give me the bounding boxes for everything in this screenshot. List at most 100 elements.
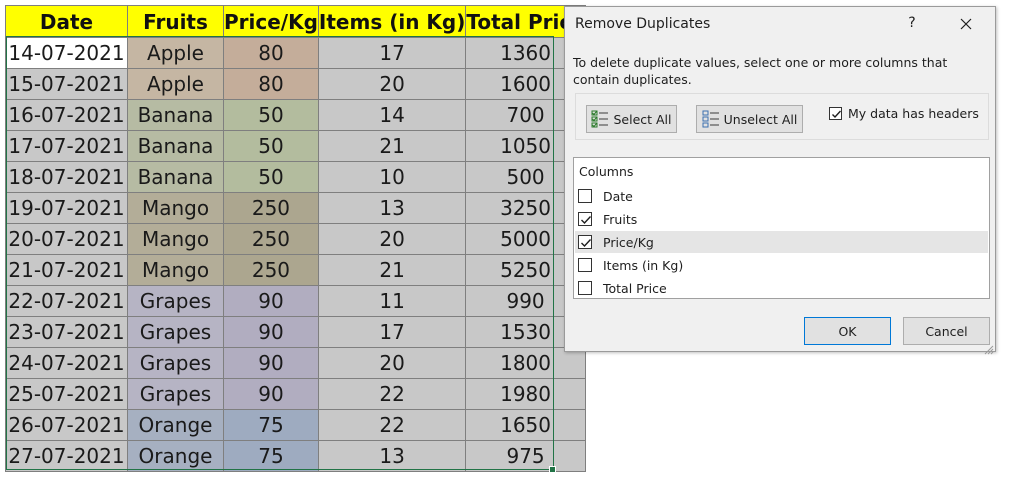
cancel-button[interactable]: Cancel — [903, 317, 990, 345]
column-checkbox[interactable] — [578, 212, 592, 226]
select-all-button[interactable]: Select All — [586, 105, 677, 133]
date-cell[interactable]: 15-07-2021 — [5, 68, 128, 100]
my-data-has-headers-option[interactable]: My data has headers — [829, 106, 979, 121]
header-price-kg[interactable]: Price/Kg — [223, 5, 319, 38]
table-row: 25-07-2021 Grapes 90 22 1980 — [5, 378, 586, 410]
fruit-cell[interactable]: Mango — [127, 254, 224, 286]
price-cell[interactable]: 90 — [223, 316, 319, 348]
fruit-cell[interactable]: Orange — [127, 440, 224, 472]
items-cell[interactable]: 17 — [317, 37, 467, 69]
data-table: Date Fruits Price/Kg Items (in Kg) Total… — [5, 5, 586, 472]
header-items-kg[interactable]: Items (in Kg) — [317, 5, 467, 38]
total-cell[interactable]: 1650 — [465, 409, 586, 441]
column-option-label: Items (in Kg) — [603, 257, 684, 273]
date-cell[interactable]: 18-07-2021 — [5, 161, 128, 193]
resize-grip-icon[interactable] — [984, 340, 994, 355]
items-cell[interactable]: 20 — [317, 347, 467, 379]
header-date[interactable]: Date — [5, 5, 128, 38]
column-checkbox[interactable] — [578, 235, 592, 249]
column-option-item[interactable]: Price/Kg — [575, 231, 988, 253]
fruit-cell[interactable]: Banana — [127, 161, 224, 193]
table-row: 23-07-2021 Grapes 90 17 1530 — [5, 316, 586, 348]
date-cell[interactable]: 14-07-2021 — [5, 37, 128, 69]
items-cell[interactable]: 17 — [317, 316, 467, 348]
price-cell[interactable]: 250 — [223, 254, 319, 286]
price-cell[interactable]: 80 — [223, 37, 319, 69]
price-cell[interactable]: 90 — [223, 378, 319, 410]
column-option-item[interactable]: Date — [575, 185, 988, 207]
column-checkbox[interactable] — [578, 189, 592, 203]
column-option-label: Fruits — [603, 211, 638, 227]
fruit-cell[interactable]: Grapes — [127, 285, 224, 317]
items-cell[interactable]: 11 — [317, 285, 467, 317]
items-cell[interactable]: 22 — [317, 409, 467, 441]
items-cell[interactable]: 21 — [317, 130, 467, 162]
date-cell[interactable]: 26-07-2021 — [5, 409, 128, 441]
fruit-cell[interactable]: Banana — [127, 130, 224, 162]
date-cell[interactable]: 16-07-2021 — [5, 99, 128, 131]
table-row: 15-07-2021 Apple 80 20 1600 — [5, 68, 586, 100]
price-cell[interactable]: 50 — [223, 130, 319, 162]
fruit-cell[interactable]: Mango — [127, 192, 224, 224]
fruit-cell[interactable]: Orange — [127, 409, 224, 441]
date-cell[interactable]: 24-07-2021 — [5, 347, 128, 379]
table-row: 14-07-2021 Apple 80 17 1360 — [5, 37, 586, 69]
table-row: 20-07-2021 Mango 250 20 5000 — [5, 223, 586, 255]
unselect-all-button[interactable]: Unselect All — [696, 105, 803, 133]
unselect-all-icon — [702, 110, 720, 128]
header-fruits[interactable]: Fruits — [127, 5, 224, 38]
ok-button[interactable]: OK — [804, 317, 891, 345]
price-cell[interactable]: 80 — [223, 68, 319, 100]
date-cell[interactable]: 17-07-2021 — [5, 130, 128, 162]
fruit-cell[interactable]: Apple — [127, 37, 224, 69]
price-cell[interactable]: 75 — [223, 440, 319, 472]
column-option-item[interactable]: Total Price — [575, 277, 988, 299]
fruit-cell[interactable]: Banana — [127, 99, 224, 131]
help-button[interactable]: ? — [905, 15, 919, 31]
fill-handle[interactable] — [549, 466, 556, 473]
date-cell[interactable]: 27-07-2021 — [5, 440, 128, 472]
price-cell[interactable]: 90 — [223, 285, 319, 317]
headers-checkbox[interactable] — [829, 107, 842, 120]
fruit-cell[interactable]: Apple — [127, 68, 224, 100]
total-cell[interactable]: 1800 — [465, 347, 586, 379]
close-icon[interactable] — [958, 16, 974, 32]
column-checkbox[interactable] — [578, 281, 592, 295]
items-cell[interactable]: 13 — [317, 440, 467, 472]
price-cell[interactable]: 50 — [223, 161, 319, 193]
date-cell[interactable]: 23-07-2021 — [5, 316, 128, 348]
fruit-cell[interactable]: Grapes — [127, 378, 224, 410]
items-cell[interactable]: 14 — [317, 99, 467, 131]
headers-label: My data has headers — [848, 106, 979, 121]
total-cell[interactable]: 975 — [465, 440, 586, 472]
total-cell[interactable]: 1980 — [465, 378, 586, 410]
price-cell[interactable]: 50 — [223, 99, 319, 131]
date-cell[interactable]: 21-07-2021 — [5, 254, 128, 286]
items-cell[interactable]: 10 — [317, 161, 467, 193]
dialog-description: To delete duplicate values, select one o… — [573, 55, 948, 87]
table-header-row: Date Fruits Price/Kg Items (in Kg) Total… — [5, 5, 586, 38]
fruit-cell[interactable]: Grapes — [127, 316, 224, 348]
items-cell[interactable]: 20 — [317, 68, 467, 100]
price-cell[interactable]: 250 — [223, 223, 319, 255]
table-row: 17-07-2021 Banana 50 21 1050 — [5, 130, 586, 162]
price-cell[interactable]: 250 — [223, 192, 319, 224]
column-checkbox[interactable] — [578, 258, 592, 272]
date-cell[interactable]: 22-07-2021 — [5, 285, 128, 317]
date-cell[interactable]: 19-07-2021 — [5, 192, 128, 224]
price-cell[interactable]: 75 — [223, 409, 319, 441]
columns-list: Columns Date Fruits Price/Kg Items (in Kg) T… — [573, 157, 990, 299]
table-row: 21-07-2021 Mango 250 21 5250 — [5, 254, 586, 286]
price-cell[interactable]: 90 — [223, 347, 319, 379]
items-cell[interactable]: 22 — [317, 378, 467, 410]
items-cell[interactable]: 13 — [317, 192, 467, 224]
column-option-item[interactable]: Fruits — [575, 208, 988, 230]
column-option-label: Date — [603, 188, 633, 204]
fruit-cell[interactable]: Grapes — [127, 347, 224, 379]
items-cell[interactable]: 21 — [317, 254, 467, 286]
date-cell[interactable]: 25-07-2021 — [5, 378, 128, 410]
column-option-item[interactable]: Items (in Kg) — [575, 254, 988, 276]
date-cell[interactable]: 20-07-2021 — [5, 223, 128, 255]
items-cell[interactable]: 20 — [317, 223, 467, 255]
fruit-cell[interactable]: Mango — [127, 223, 224, 255]
